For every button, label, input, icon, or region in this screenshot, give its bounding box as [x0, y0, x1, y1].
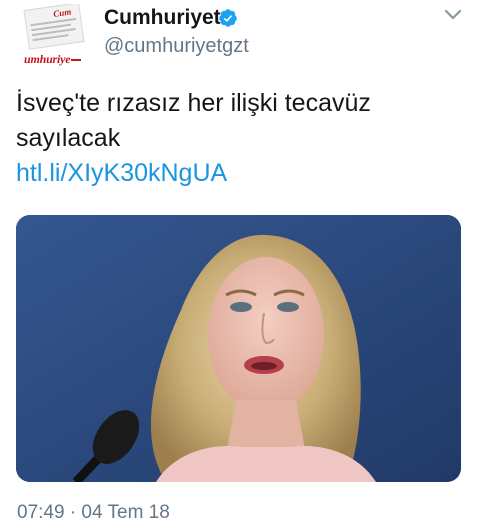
- avatar[interactable]: Cum umhuriye: [22, 4, 86, 68]
- newspaper-icon: Cum: [23, 4, 85, 50]
- tweet-header: Cum umhuriye Cumhuriyet @cumhuriyetgzt: [0, 0, 477, 80]
- tweet-text: İsveç'te rızasız her ilişki tecavüz sayı…: [16, 89, 371, 152]
- tweet-timestamp[interactable]: 07:49 · 04 Tem 18: [17, 502, 170, 524]
- avatar-brand-text: umhuriye: [24, 52, 82, 67]
- tweet-link[interactable]: htl.li/XIyK30kNgUA: [16, 159, 227, 188]
- author-display-name[interactable]: Cumhuriyet: [104, 6, 221, 30]
- author-handle[interactable]: @cumhuriyetgzt: [104, 35, 249, 58]
- tweet-media-photo[interactable]: [16, 215, 461, 482]
- photo-illustration: [16, 215, 461, 482]
- chevron-down-icon[interactable]: [443, 8, 463, 22]
- verified-badge-icon: [219, 9, 237, 27]
